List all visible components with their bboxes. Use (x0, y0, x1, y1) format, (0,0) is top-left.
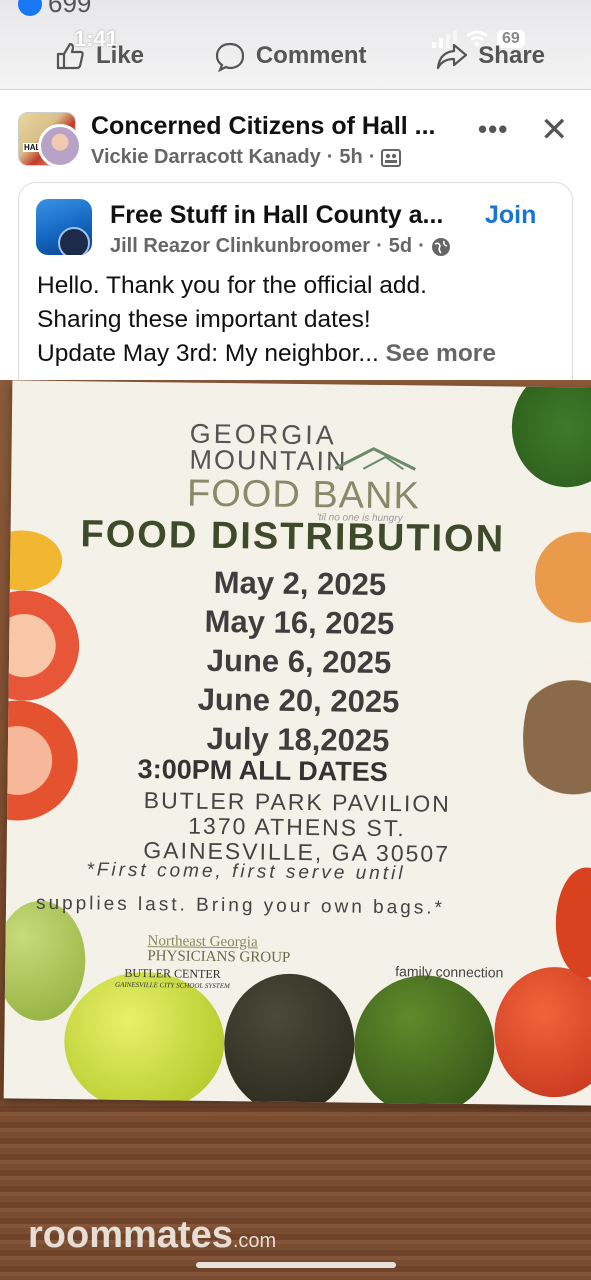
post-header: HALL Concerned Citizens of Hall ... Vick… (0, 100, 591, 180)
post-body: Hello. Thank you for the official add. S… (37, 269, 496, 371)
distribution-date: June 6, 2025 (206, 642, 392, 681)
globe-icon (431, 237, 450, 256)
reaction-summary[interactable]: 699 (18, 0, 91, 19)
distribution-date: May 2, 2025 (213, 564, 387, 603)
post-photo[interactable]: GEORGIA MOUNTAIN FOOD BANK 'til no one i… (0, 380, 591, 1280)
comment-label: Comment (255, 42, 367, 69)
shared-group-avatar[interactable] (36, 199, 92, 255)
post-author[interactable]: Vickie Darracott Kanady (91, 146, 321, 169)
like-label: Like (96, 42, 145, 69)
like-button[interactable]: Like (54, 40, 144, 72)
distribution-address: BUTLER PARK PAVILION 1370 ATHENS ST. GAI… (127, 787, 468, 867)
post-time[interactable]: 5h (339, 146, 362, 169)
sponsor-butler-center-logo: BUTLER CENTER GAINESVILLE CITY SCHOOL SY… (114, 965, 230, 991)
distribution-date: May 16, 2025 (204, 603, 395, 642)
sponsor-physicians-group-logo: Northeast Georgia PHYSICIANS GROUP (147, 933, 291, 966)
watermark-logo: roommates.com (28, 1214, 277, 1256)
flyer-title: FOOD DISTRIBUTION (80, 513, 506, 561)
address-line: BUTLER PARK PAVILION (143, 787, 451, 817)
org-name-line3: FOOD BANK (186, 472, 421, 518)
sponsor-family-connection-logo: family connection (395, 963, 504, 981)
more-dots-icon[interactable]: ••• (478, 114, 508, 145)
distribution-dates: May 2, 2025 May 16, 2025 June 6, 2025 Ju… (148, 562, 450, 761)
members-audience-icon (381, 148, 402, 167)
comment-bubble-icon (215, 42, 244, 72)
share-button[interactable]: Share (436, 40, 545, 72)
post-body-line: Hello. Thank you for the official add. (37, 272, 427, 299)
post-meta: Vickie Darracott Kanady · 5h · (91, 146, 402, 169)
shared-post-card[interactable]: Free Stuff in Hall County a... Join Jill… (18, 182, 573, 402)
distribution-time: 3:00PM ALL DATES (137, 753, 388, 788)
join-button[interactable]: Join (485, 201, 536, 230)
shared-post-time[interactable]: 5d (389, 235, 412, 258)
close-icon[interactable]: ✕ (540, 110, 569, 150)
see-more-link[interactable]: See more (386, 340, 496, 367)
comment-button[interactable]: Comment (214, 40, 367, 72)
distribution-date: June 20, 2025 (197, 681, 400, 720)
post-action-bar: 699 1:41 69 Like Comment Share (0, 0, 591, 90)
shared-group-name[interactable]: Free Stuff in Hall County a... (110, 201, 443, 230)
like-count: 699 (48, 0, 92, 18)
mountain-logo-icon (334, 447, 417, 471)
flyer-note-line2: supplies last. Bring your own bags.* (35, 892, 446, 919)
shared-post-author[interactable]: Jill Reazor Clinkunbroomer (110, 235, 370, 258)
like-reaction-icon (18, 0, 42, 16)
post-body-line: Update May 3rd: My neighbor... (37, 340, 379, 367)
flyer: GEORGIA MOUNTAIN FOOD BANK 'til no one i… (3, 380, 591, 1106)
flyer-content: GEORGIA MOUNTAIN FOOD BANK 'til no one i… (34, 389, 562, 1035)
post-body-line: Sharing these important dates! (37, 306, 371, 333)
share-arrow-icon (437, 43, 468, 70)
shared-post-meta: Jill Reazor Clinkunbroomer · 5d · (110, 235, 451, 258)
tomato-image (555, 867, 591, 978)
thumbs-up-icon (56, 42, 84, 70)
home-indicator[interactable] (196, 1262, 396, 1268)
flyer-note-line1: *First come, first serve until (86, 859, 406, 885)
author-avatar[interactable] (38, 124, 82, 168)
group-name[interactable]: Concerned Citizens of Hall ... (91, 112, 436, 141)
share-label: Share (478, 42, 545, 69)
